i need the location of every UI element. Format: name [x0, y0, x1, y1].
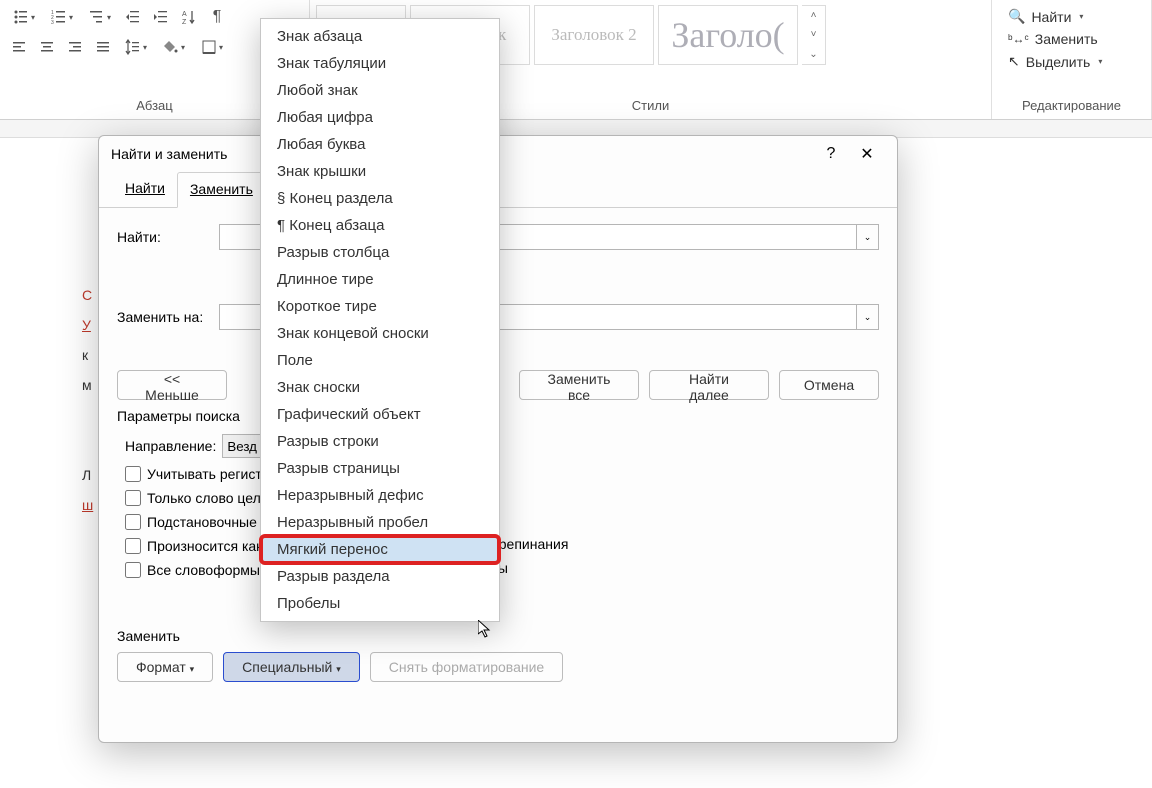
tab-replace[interactable]: Заменить [177, 172, 266, 208]
style-gallery-scroll[interactable]: ˄ ˅ ⌄ [802, 5, 826, 65]
find-next-button[interactable]: Найти далее [649, 370, 769, 400]
numbering-button[interactable]: 123 ▾ [44, 4, 80, 30]
sort-button[interactable]: AZ [176, 4, 202, 30]
dialog-title: Найти и заменить [111, 146, 227, 162]
tab-find[interactable]: Найти [113, 172, 177, 207]
select-label: Выделить [1026, 54, 1091, 70]
cursor-icon: ↖ [1008, 53, 1020, 70]
find-command[interactable]: 🔍 Найти ▾ [1004, 6, 1139, 27]
special-menu-item[interactable]: Любая буква [261, 131, 499, 158]
align-justify-button[interactable] [90, 34, 116, 60]
replace-with-label: Заменить на: [117, 309, 219, 325]
align-left-button[interactable] [6, 34, 32, 60]
paragraph-label: Абзац [6, 96, 303, 117]
dialog-help-button[interactable]: ? [813, 145, 849, 163]
special-menu-item[interactable]: Неразрывный пробел [261, 509, 499, 536]
special-menu-item[interactable]: Короткое тире [261, 293, 499, 320]
select-command[interactable]: ↖ Выделить ▾ [1004, 51, 1139, 72]
special-menu-item[interactable]: Длинное тире [261, 266, 499, 293]
dialog-close-button[interactable]: ✕ [849, 144, 885, 164]
align-center-button[interactable] [34, 34, 60, 60]
replace-section-label: Заменить [117, 628, 879, 644]
find-what-label: Найти: [117, 229, 219, 245]
special-button[interactable]: Специальный ▾ [223, 652, 360, 682]
special-menu-item[interactable]: Знак табуляции [261, 50, 499, 77]
special-menu-item[interactable]: Любая цифра [261, 104, 499, 131]
cancel-button[interactable]: Отмена [779, 370, 879, 400]
ribbon: ▾ 123 ▾ ▾ AZ ¶ [0, 0, 1152, 120]
special-menu-item[interactable]: Разрыв столбца [261, 239, 499, 266]
show-marks-button[interactable]: ¶ [204, 4, 230, 30]
style-scroll-down[interactable]: ˅ [802, 25, 825, 44]
special-menu-item[interactable]: Разрыв страницы [261, 455, 499, 482]
replace-command[interactable]: ᵇ↔ᶜ Заменить [1004, 29, 1139, 49]
replace-all-button[interactable]: Заменить все [519, 370, 639, 400]
multilevel-list-button[interactable]: ▾ [82, 4, 118, 30]
editing-label: Редактирование [998, 96, 1145, 117]
replace-with-dropdown[interactable]: ⌄ [857, 304, 879, 330]
style-scroll-more[interactable]: ⌄ [802, 45, 825, 64]
special-menu-item[interactable]: Мягкий перенос [261, 536, 499, 563]
style-scroll-up[interactable]: ˄ [802, 6, 825, 25]
special-menu-item[interactable]: Знак сноски [261, 374, 499, 401]
find-what-dropdown[interactable]: ⌄ [857, 224, 879, 250]
style-heading-big[interactable]: Заголо( [658, 5, 798, 65]
svg-text:3: 3 [51, 20, 54, 25]
bullets-button[interactable]: ▾ [6, 4, 42, 30]
special-menu-item[interactable]: ¶ Конец абзаца [261, 212, 499, 239]
no-formatting-button[interactable]: Снять форматирование [370, 652, 563, 682]
special-menu-item[interactable]: Пробелы [261, 590, 499, 617]
find-label: Найти [1031, 9, 1071, 25]
format-button[interactable]: Формат ▾ [117, 652, 213, 682]
ribbon-group-editing: 🔍 Найти ▾ ᵇ↔ᶜ Заменить ↖ Выделить ▾ Реда… [992, 0, 1152, 119]
align-right-button[interactable] [62, 34, 88, 60]
svg-text:Z: Z [182, 19, 187, 25]
document-text-peek: СУкм Лш [82, 280, 96, 520]
shading-button[interactable]: ▾ [156, 34, 192, 60]
line-spacing-button[interactable]: ▾ [118, 34, 154, 60]
svg-text:A: A [182, 11, 187, 18]
style-heading2[interactable]: Заголовок 2 [534, 5, 654, 65]
special-char-menu: Знак абзацаЗнак табуляцииЛюбой знакЛюбая… [260, 18, 500, 622]
increase-indent-button[interactable] [148, 4, 174, 30]
special-menu-item[interactable]: § Конец раздела [261, 185, 499, 212]
special-menu-item[interactable]: Поле [261, 347, 499, 374]
special-menu-item[interactable]: Знак концевой сноски [261, 320, 499, 347]
special-menu-item[interactable]: Любой знак [261, 77, 499, 104]
special-menu-item[interactable]: Неразрывный дефис [261, 482, 499, 509]
replace-label: Заменить [1035, 31, 1098, 47]
special-menu-item[interactable]: Разрыв раздела [261, 563, 499, 590]
special-menu-item[interactable]: Знак абзаца [261, 23, 499, 50]
special-menu-item[interactable]: Знак крышки [261, 158, 499, 185]
borders-button[interactable]: ▾ [194, 34, 230, 60]
special-menu-item[interactable]: Разрыв строки [261, 428, 499, 455]
search-icon: 🔍 [1008, 8, 1025, 25]
direction-label: Направление: [125, 438, 216, 454]
less-button[interactable]: << Меньше [117, 370, 227, 400]
replace-icon: ᵇ↔ᶜ [1008, 32, 1029, 46]
special-menu-item[interactable]: Графический объект [261, 401, 499, 428]
decrease-indent-button[interactable] [120, 4, 146, 30]
